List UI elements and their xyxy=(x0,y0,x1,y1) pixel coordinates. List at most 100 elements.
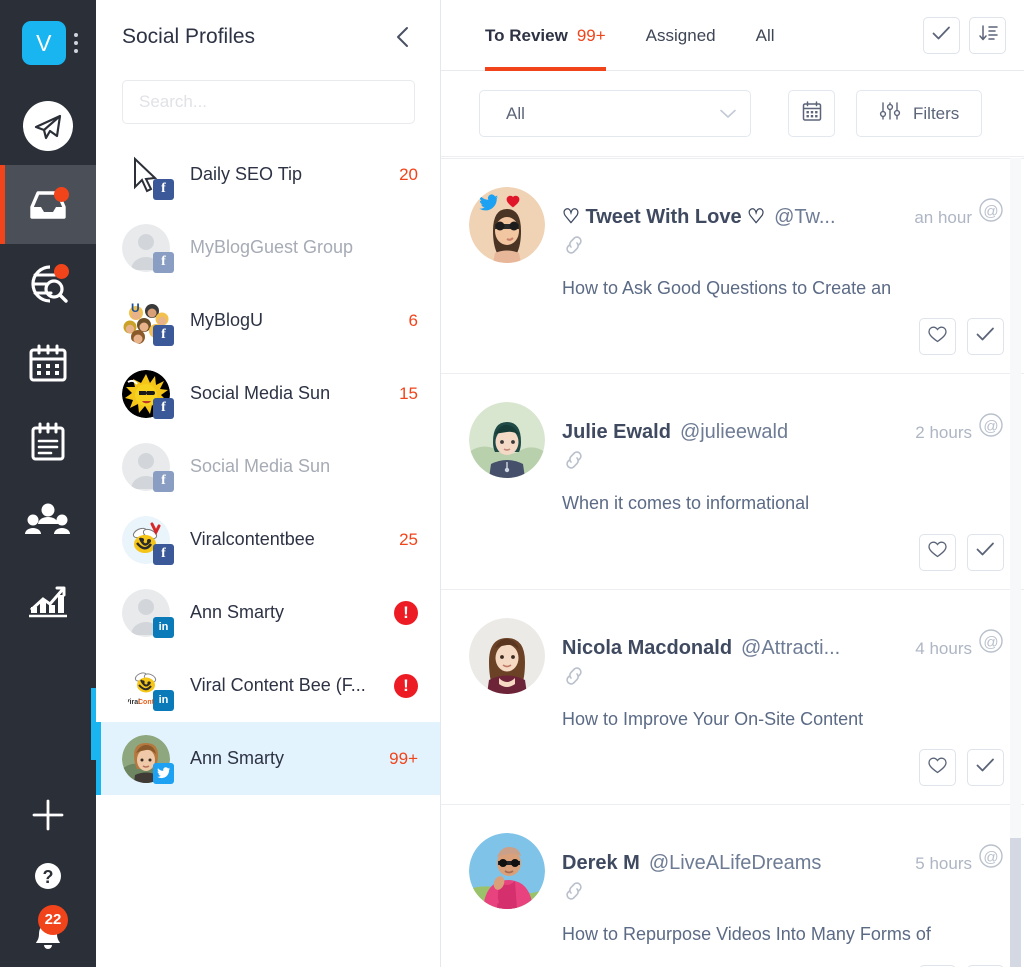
avatar: U f xyxy=(122,296,174,346)
sort-button[interactable] xyxy=(969,17,1006,54)
list-item[interactable]: f Social Media Sun xyxy=(96,430,440,503)
svg-text:@: @ xyxy=(983,203,998,220)
paper-plane-icon xyxy=(19,97,77,155)
message-header: ♡ Tweet With Love ♡ @Tw... an hour @ xyxy=(562,197,1004,229)
message-card[interactable]: Julie Ewald @julieewald 2 hours @ When i… xyxy=(441,374,1024,590)
list-item[interactable]: f Social Media Sun 15 xyxy=(96,357,440,430)
message-author: Julie Ewald xyxy=(562,421,671,444)
svg-text:U: U xyxy=(131,301,140,315)
date-range-button[interactable] xyxy=(788,90,835,137)
app-root: V ? 22 Social Profiles Search... f Daily… xyxy=(0,0,1024,967)
bell-wrapper: 22 xyxy=(29,904,68,956)
nav-item-publishing[interactable] xyxy=(0,86,96,165)
list-item[interactable]: Viral Conten in Viral Content Bee (F... … xyxy=(96,649,440,722)
list-item[interactable]: f MyBlogGuest Group xyxy=(96,211,440,284)
select-value: All xyxy=(506,103,525,123)
filters-label: Filters xyxy=(913,103,960,123)
type-filter-select[interactable]: All xyxy=(479,90,751,137)
check-icon xyxy=(976,542,995,562)
message-time: 5 hours xyxy=(915,854,972,874)
list-item[interactable]: f Daily SEO Tip 20 xyxy=(96,138,440,211)
tab-all[interactable]: All xyxy=(736,0,795,71)
at-icon: @ xyxy=(978,628,1004,659)
status-badge: ! xyxy=(394,600,418,625)
nav-item-discovery[interactable] xyxy=(0,244,96,323)
done-button[interactable] xyxy=(967,533,1004,571)
list-item-label: Social Media Sun xyxy=(190,456,331,476)
check-icon xyxy=(932,26,951,46)
message-handle: @julieewald xyxy=(679,421,789,444)
nav-item-analytics[interactable] xyxy=(0,560,96,639)
done-button[interactable] xyxy=(967,749,1004,787)
list-item[interactable]: U f MyBlogU 6 xyxy=(96,284,440,357)
message-handle: @Attracti... xyxy=(741,636,841,659)
message-card[interactable]: Nicola Macdonald @Attracti... 4 hours @ xyxy=(441,590,1024,806)
facebook-badge-icon: f xyxy=(153,178,174,200)
avatar: f xyxy=(122,223,174,273)
avatar: f xyxy=(122,442,174,492)
message-handle: @LiveALifeDreams xyxy=(648,852,822,875)
nav-item-notifications[interactable]: 22 xyxy=(0,904,96,967)
filters-button[interactable]: Filters xyxy=(856,90,983,137)
tab-label: Assigned xyxy=(645,25,716,45)
done-button[interactable] xyxy=(967,318,1004,356)
scrollbar-thumb[interactable] xyxy=(1010,838,1021,967)
message-card[interactable]: ♡ Tweet With Love ♡ @Tw... an hour @ How… xyxy=(441,159,1024,375)
page-title: Social Profiles xyxy=(122,25,256,48)
like-button[interactable] xyxy=(919,533,956,571)
inbox-notification-dot xyxy=(54,187,69,202)
link-icon xyxy=(562,880,1004,907)
calendar-icon xyxy=(27,343,69,383)
nav-item-help[interactable]: ? xyxy=(0,845,96,906)
link-icon xyxy=(562,665,1004,692)
unread-count: 20 xyxy=(399,164,418,184)
vertical-scrollbar[interactable] xyxy=(1010,158,1021,967)
unread-count: 99+ xyxy=(389,748,418,768)
facebook-badge-icon: f xyxy=(153,397,174,419)
tabs-actions xyxy=(923,0,1006,54)
tab-assigned[interactable]: Assigned xyxy=(626,0,736,71)
heart-icon xyxy=(928,541,947,563)
list-item-label: Viralcontentbee xyxy=(190,529,315,549)
nav-item-content[interactable] xyxy=(0,402,96,481)
list-item-label: MyBlogGuest Group xyxy=(190,237,354,257)
at-icon: @ xyxy=(978,197,1004,228)
like-button[interactable] xyxy=(919,749,956,787)
heart-icon xyxy=(928,326,947,348)
list-item-selected[interactable]: Ann Smarty 99+ xyxy=(96,722,440,795)
list-item-label: Viral Content Bee (F... xyxy=(190,675,366,695)
list-item[interactable]: in Ann Smarty ! xyxy=(96,576,440,649)
facebook-badge-icon: f xyxy=(153,324,174,346)
profiles-list: f Daily SEO Tip 20 f MyBlogGuest Group U… xyxy=(96,138,440,967)
avatar: f xyxy=(122,369,174,419)
linkedin-badge-icon: in xyxy=(153,689,174,711)
nav-item-add[interactable] xyxy=(0,784,96,845)
avatar: Viral Conten in xyxy=(122,661,174,711)
message-card[interactable]: Derek M @LiveALifeDreams 5 hours @ How t… xyxy=(441,805,1024,967)
like-button[interactable] xyxy=(919,318,956,356)
message-text: How to Improve Your On-Site Content xyxy=(562,708,864,729)
nav-item-inbox[interactable] xyxy=(0,165,96,244)
avatar: in xyxy=(122,588,174,638)
search-input[interactable] xyxy=(122,80,415,124)
message-text: When it comes to informational xyxy=(562,493,810,514)
nav-item-calendar[interactable] xyxy=(0,323,96,402)
unread-count: 6 xyxy=(408,310,418,330)
mark-all-done-button[interactable] xyxy=(923,17,960,54)
brand-row: V xyxy=(0,0,96,86)
chevron-left-icon[interactable] xyxy=(390,24,416,50)
unread-count: 25 xyxy=(399,529,418,549)
nav-item-audience[interactable] xyxy=(0,481,96,560)
message-handle: @Tw... xyxy=(774,206,836,228)
kebab-menu-icon[interactable] xyxy=(72,31,80,55)
app-logo[interactable]: V xyxy=(22,21,66,65)
avatar xyxy=(469,187,545,263)
tabs-bar: To Review 99+ Assigned All xyxy=(441,0,1024,71)
list-item[interactable]: f Viralcontentbee 25 xyxy=(96,503,440,576)
message-text: How to Ask Good Questions to Create an xyxy=(562,278,892,298)
tab-count: 99+ xyxy=(576,25,606,45)
tab-to-review[interactable]: To Review 99+ xyxy=(485,0,626,71)
message-header: Derek M @LiveALifeDreams 5 hours @ xyxy=(562,843,1004,875)
message-actions xyxy=(562,533,1004,571)
tabs: To Review 99+ Assigned All xyxy=(485,0,795,71)
